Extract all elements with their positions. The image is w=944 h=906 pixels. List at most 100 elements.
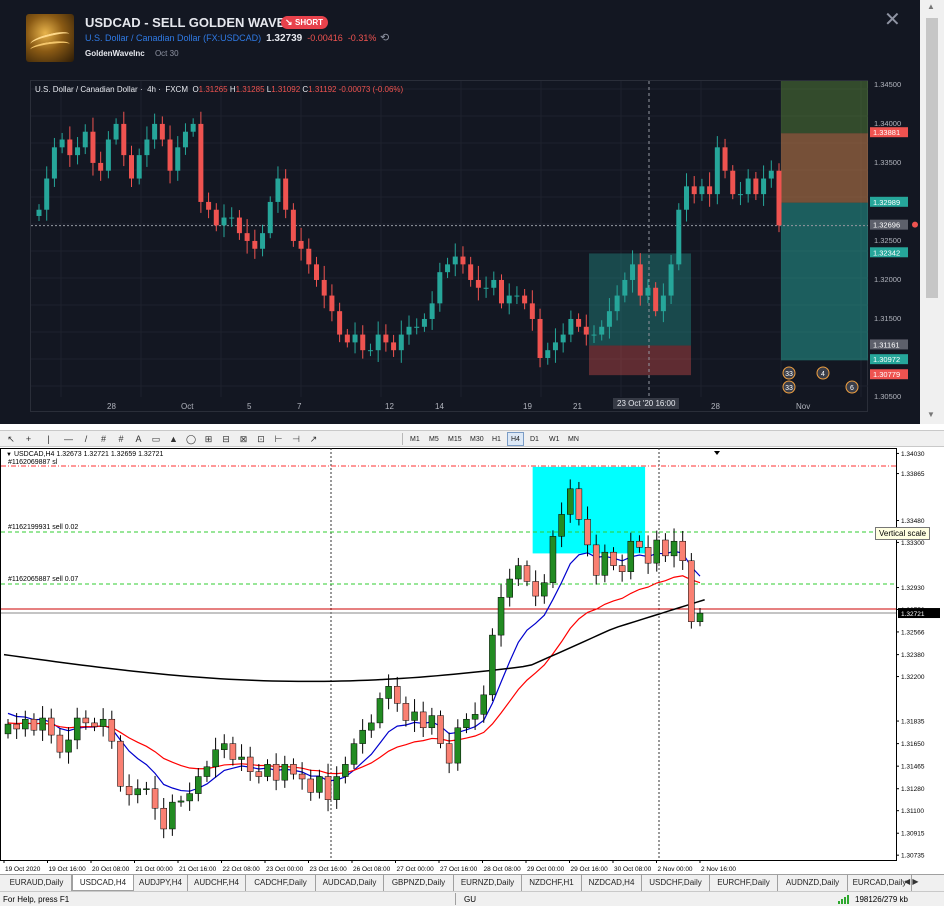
- toolbar-tool-icon[interactable]: ↗: [307, 432, 321, 446]
- tv-candle: [545, 350, 551, 358]
- mt4-chart-area[interactable]: 1.34030 1.33865 1.33480 1.33300 1.32930 1.327…: [0, 448, 944, 874]
- tv-price-tag-label: 1.30779: [873, 370, 900, 379]
- toolbar-tool-icon[interactable]: ▭: [149, 432, 163, 446]
- collapse-icon[interactable]: ▼: [6, 452, 12, 458]
- mt-x-tick-label: 21 Oct 00:00: [136, 866, 174, 873]
- tv-candle: [406, 326, 412, 335]
- tv-y-tick-label: 1.30500: [874, 392, 901, 401]
- chart-tab[interactable]: NZDCAD,H4: [582, 875, 642, 891]
- status-divider: [455, 893, 456, 905]
- tv-candle: [344, 334, 350, 343]
- tv-x-tick-label: 14: [435, 402, 444, 411]
- tv-candle: [391, 342, 397, 351]
- toolbar-tool-icon[interactable]: ▲: [167, 432, 181, 446]
- mt-candle: [679, 540, 686, 561]
- tv-chart-area[interactable]: 28 Oct 5 7 12 14 19 21 28 Nov 33 33 4 6: [30, 80, 869, 412]
- toolbar-tool-icon[interactable]: |: [42, 432, 56, 446]
- tv-candle: [298, 240, 304, 249]
- toolbar-tool-icon[interactable]: +: [22, 432, 36, 446]
- scroll-down-icon[interactable]: ▼: [927, 410, 935, 419]
- mt-candle: [73, 717, 81, 741]
- toolbar-tool-icon[interactable]: ⊢: [272, 432, 286, 446]
- chart-tab[interactable]: EURNZD,Daily: [454, 875, 522, 891]
- chart-tab[interactable]: EURAUD,Daily: [2, 875, 72, 891]
- timeframe-button-h1[interactable]: H1: [488, 432, 505, 446]
- chart-tab[interactable]: AUDNZD,Daily: [778, 875, 848, 891]
- chart-tab[interactable]: NZDCHF,H1: [522, 875, 582, 891]
- toolbar-tool-icon[interactable]: ⊣: [289, 432, 303, 446]
- toolbar-tool-icon[interactable]: —: [62, 432, 76, 446]
- tv-candle: [468, 264, 474, 280]
- replay-icon[interactable]: ⟲: [380, 31, 389, 44]
- timeframe-button-m1[interactable]: M1: [406, 432, 424, 446]
- author-line: GoldenWaveInc Oct 30: [85, 49, 179, 58]
- tv-candle: [105, 139, 111, 171]
- author-name[interactable]: GoldenWaveInc: [85, 49, 145, 58]
- toolbar-tool-icon[interactable]: #: [114, 432, 128, 446]
- tv-x-tick-label: 12: [385, 402, 394, 411]
- mt-candle: [316, 776, 323, 793]
- chart-tab[interactable]: GBPNZD,Daily: [384, 875, 454, 891]
- connection-bars-icon[interactable]: [838, 895, 852, 904]
- tv-candle: [290, 209, 296, 241]
- tradingview-panel: USDCAD - SELL GOLDEN WAVE INC SHORT U.S.…: [0, 0, 944, 424]
- tv-candle: [445, 264, 451, 273]
- timeframe-button-mn[interactable]: MN: [564, 432, 583, 446]
- toolbar-tool-icon[interactable]: /: [79, 432, 93, 446]
- toolbar-tool-icon[interactable]: ⊠: [237, 432, 251, 446]
- symbol-name-link[interactable]: U.S. Dollar / Canadian Dollar: [85, 33, 201, 43]
- mt-y-tick-label: 1.31465: [901, 764, 925, 771]
- chart-tab[interactable]: CADCHF,Daily: [246, 875, 316, 891]
- chart-tab[interactable]: AUDCAD,Daily: [316, 875, 384, 891]
- toolbar-tool-icon[interactable]: ◯: [184, 432, 198, 446]
- scroll-thumb[interactable]: [926, 18, 938, 298]
- chart-tab[interactable]: EURCAD,Daily: [848, 875, 912, 891]
- idea-title: USDCAD - SELL GOLDEN WAVE INC: [85, 15, 312, 30]
- timeframe-button-m30[interactable]: M30: [466, 432, 488, 446]
- author-avatar[interactable]: [26, 14, 74, 62]
- tv-x-tick-label: 28: [107, 402, 116, 411]
- toolbar-tool-icon[interactable]: ⊞: [202, 432, 216, 446]
- mt-candle: [238, 756, 245, 760]
- toolbar-tool-icon[interactable]: #: [97, 432, 111, 446]
- timeframe-button-w1[interactable]: W1: [545, 432, 564, 446]
- tv-x-tick-label: 7: [297, 402, 302, 411]
- chart-tab[interactable]: USDCHF,Daily: [642, 875, 710, 891]
- trade-box-stop-zone: [589, 345, 691, 376]
- mt-candle: [411, 711, 418, 721]
- legend-source: FXCM: [165, 85, 188, 94]
- toolbar-separator: [402, 433, 403, 445]
- tv-candle: [475, 279, 481, 288]
- tv-candle: [653, 287, 659, 312]
- toolbar-tool-icon[interactable]: A: [132, 432, 146, 446]
- chart-tab[interactable]: AUDJPY,H4: [134, 875, 188, 891]
- tv-candle: [352, 334, 358, 343]
- mt-y-tick-label: 1.31650: [901, 741, 925, 748]
- mt-candle: [221, 743, 228, 750]
- timeframe-button-m15[interactable]: M15: [444, 432, 466, 446]
- tv-candle: [722, 147, 728, 171]
- chart-tab[interactable]: AUDCHF,H4: [188, 875, 246, 891]
- mt-candle: [688, 560, 695, 622]
- tv-candle: [306, 248, 312, 265]
- tv-candle: [753, 178, 759, 195]
- tab-scroll-arrows-icon[interactable]: ◀ ▶: [904, 877, 919, 886]
- tv-candle: [707, 186, 713, 195]
- timeframe-button-d1[interactable]: D1: [526, 432, 543, 446]
- tv-x-tick-label: 21: [573, 402, 582, 411]
- timeframe-button-h4[interactable]: H4: [507, 432, 524, 446]
- mt-x-tick-label: 19 Oct 16:00: [49, 866, 87, 873]
- toolbar-tool-icon[interactable]: ⊡: [254, 432, 268, 446]
- chart-tab[interactable]: USDCAD,H4: [72, 875, 134, 891]
- close-icon[interactable]: ✕: [884, 10, 901, 30]
- toolbar-tool-icon[interactable]: ⊟: [219, 432, 233, 446]
- chart-tab[interactable]: EURCHF,Daily: [710, 875, 778, 891]
- tv-scrollbar[interactable]: ▲ ▼: [920, 0, 944, 424]
- status-profile[interactable]: GU: [464, 895, 476, 904]
- toolbar-tool-icon[interactable]: ↖: [4, 432, 18, 446]
- mt-x-tick-label: 23 Oct 16:00: [310, 866, 348, 873]
- symbol-ticker-link[interactable]: (FX:USDCAD): [203, 33, 261, 43]
- tv-price-axis[interactable]: 1.34500 1.34000 1.33500 1.32500 1.32000 1.315…: [868, 80, 920, 412]
- scroll-up-icon[interactable]: ▲: [927, 2, 935, 11]
- timeframe-button-m5[interactable]: M5: [425, 432, 443, 446]
